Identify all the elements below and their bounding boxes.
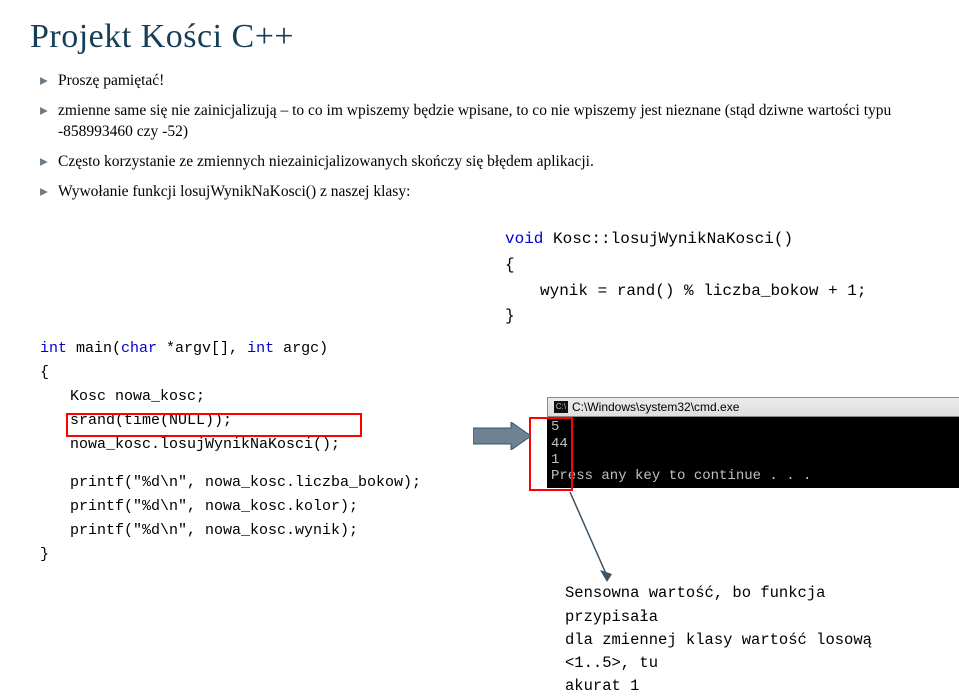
code-text: Kosc::losujWynikNaKosci()	[543, 230, 793, 248]
code-text: main(	[67, 340, 121, 357]
cmd-window: C:\ C:\Windows\system32\cmd.exe 5 44 1 P…	[547, 397, 959, 487]
keyword: void	[505, 230, 543, 248]
caption-line: Sensowna wartość, bo funkcja przypisała	[565, 582, 905, 629]
code-line: {	[40, 361, 421, 385]
caption-line: dla zmiennej klasy wartość losową <1..5>…	[565, 629, 905, 676]
cmd-titlebar: C:\ C:\Windows\system32\cmd.exe	[547, 397, 959, 417]
code-line: Kosc nowa_kosc;	[40, 385, 421, 409]
keyword: int	[40, 340, 67, 357]
bullet-text: Często korzystanie ze zmiennych niezaini…	[58, 151, 929, 173]
caption-line: akurat 1	[565, 675, 905, 698]
code-line: void Kosc::losujWynikNaKosci()	[505, 227, 866, 253]
bullet-list: ▸ Proszę pamiętać! ▸ zmienne same się ni…	[40, 70, 929, 202]
bullet-text: zmienne same się nie zainicjalizują – to…	[58, 100, 929, 143]
code-text: argc)	[274, 340, 328, 357]
caption-text: Sensowna wartość, bo funkcja przypisała …	[565, 582, 905, 698]
arrow-down-icon	[562, 492, 622, 582]
cmd-icon: C:\	[554, 401, 568, 413]
bullet-marker-icon: ▸	[40, 100, 58, 143]
list-item: ▸ Wywołanie funkcji losujWynikNaKosci() …	[40, 181, 929, 203]
code-line: {	[505, 253, 866, 279]
bullet-marker-icon: ▸	[40, 151, 58, 173]
code-line: }	[40, 543, 421, 567]
bullet-marker-icon: ▸	[40, 181, 58, 203]
code-line: wynik = rand() % liczba_bokow + 1;	[505, 279, 866, 305]
list-item: ▸ zmienne same się nie zainicjalizują – …	[40, 100, 929, 143]
keyword: int	[247, 340, 274, 357]
cmd-title-text: C:\Windows\system32\cmd.exe	[572, 400, 739, 414]
bullet-text: Proszę pamiętać!	[58, 70, 929, 92]
bullet-text: Wywołanie funkcji losujWynikNaKosci() z …	[58, 181, 929, 203]
page-title: Projekt Kości C++	[30, 18, 929, 56]
arrow-right-icon	[473, 422, 531, 450]
code-line: }	[505, 304, 866, 330]
bullet-marker-icon: ▸	[40, 70, 58, 92]
cmd-output-line: Press any key to continue . . .	[551, 468, 811, 484]
cmd-body: 5 44 1 Press any key to continue . . .	[547, 417, 959, 487]
code-blank-line	[40, 457, 421, 471]
code-text: *argv[],	[157, 340, 247, 357]
code-line: printf("%d\n", nowa_kosc.liczba_bokow);	[40, 471, 421, 495]
code-line: int main(char *argv[], int argc)	[40, 337, 421, 361]
code-left-block: int main(char *argv[], int argc) { Kosc …	[40, 337, 421, 567]
code-line: printf("%d\n", nowa_kosc.wynik);	[40, 519, 421, 543]
code-line: printf("%d\n", nowa_kosc.kolor);	[40, 495, 421, 519]
list-item: ▸ Proszę pamiętać!	[40, 70, 929, 92]
highlight-box-icon	[66, 413, 362, 437]
list-item: ▸ Często korzystanie ze zmiennych niezai…	[40, 151, 929, 173]
keyword: char	[121, 340, 157, 357]
code-right-block: void Kosc::losujWynikNaKosci() { wynik =…	[505, 227, 866, 329]
highlight-box-icon	[529, 417, 573, 491]
